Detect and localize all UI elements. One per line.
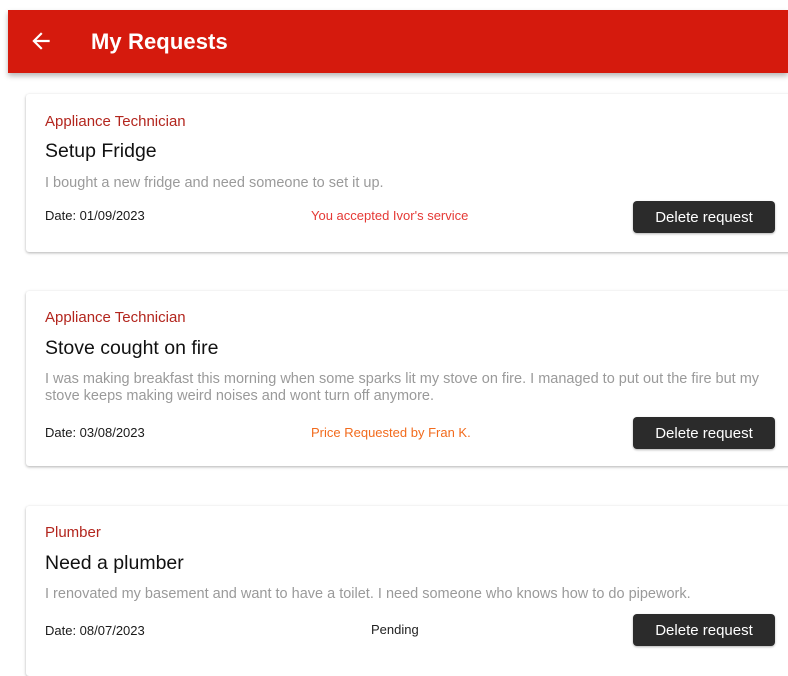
request-category: Appliance Technician: [45, 113, 186, 130]
page-title: My Requests: [91, 29, 228, 54]
request-card: Plumber Need a plumber I renovated my ba…: [26, 506, 788, 676]
request-status: Price Requested by Fran K.: [311, 425, 471, 440]
app-bar: My Requests: [8, 10, 788, 73]
delete-request-button[interactable]: Delete request: [633, 614, 775, 646]
request-date: Date: 03/08/2023: [45, 425, 145, 440]
request-card: Appliance Technician Setup Fridge I boug…: [26, 94, 788, 252]
request-category: Plumber: [45, 524, 101, 541]
request-status: Pending: [371, 622, 419, 637]
request-date: Date: 08/07/2023: [45, 623, 145, 638]
request-category: Appliance Technician: [45, 309, 186, 326]
request-title: Stove cought on fire: [45, 337, 219, 359]
delete-request-button[interactable]: Delete request: [633, 201, 775, 233]
request-title: Setup Fridge: [45, 140, 157, 162]
back-button[interactable]: [28, 28, 54, 54]
request-description: I was making breakfast this morning when…: [45, 371, 760, 404]
arrow-left-icon: [32, 32, 50, 50]
request-title: Need a plumber: [45, 552, 184, 574]
delete-request-button[interactable]: Delete request: [633, 417, 775, 449]
request-date: Date: 01/09/2023: [45, 208, 145, 223]
request-description: I bought a new fridge and need someone t…: [45, 175, 384, 191]
request-status: You accepted Ivor's service: [311, 208, 469, 223]
request-description: I renovated my basement and want to have…: [45, 586, 691, 602]
request-card: Appliance Technician Stove cought on fir…: [26, 291, 788, 466]
